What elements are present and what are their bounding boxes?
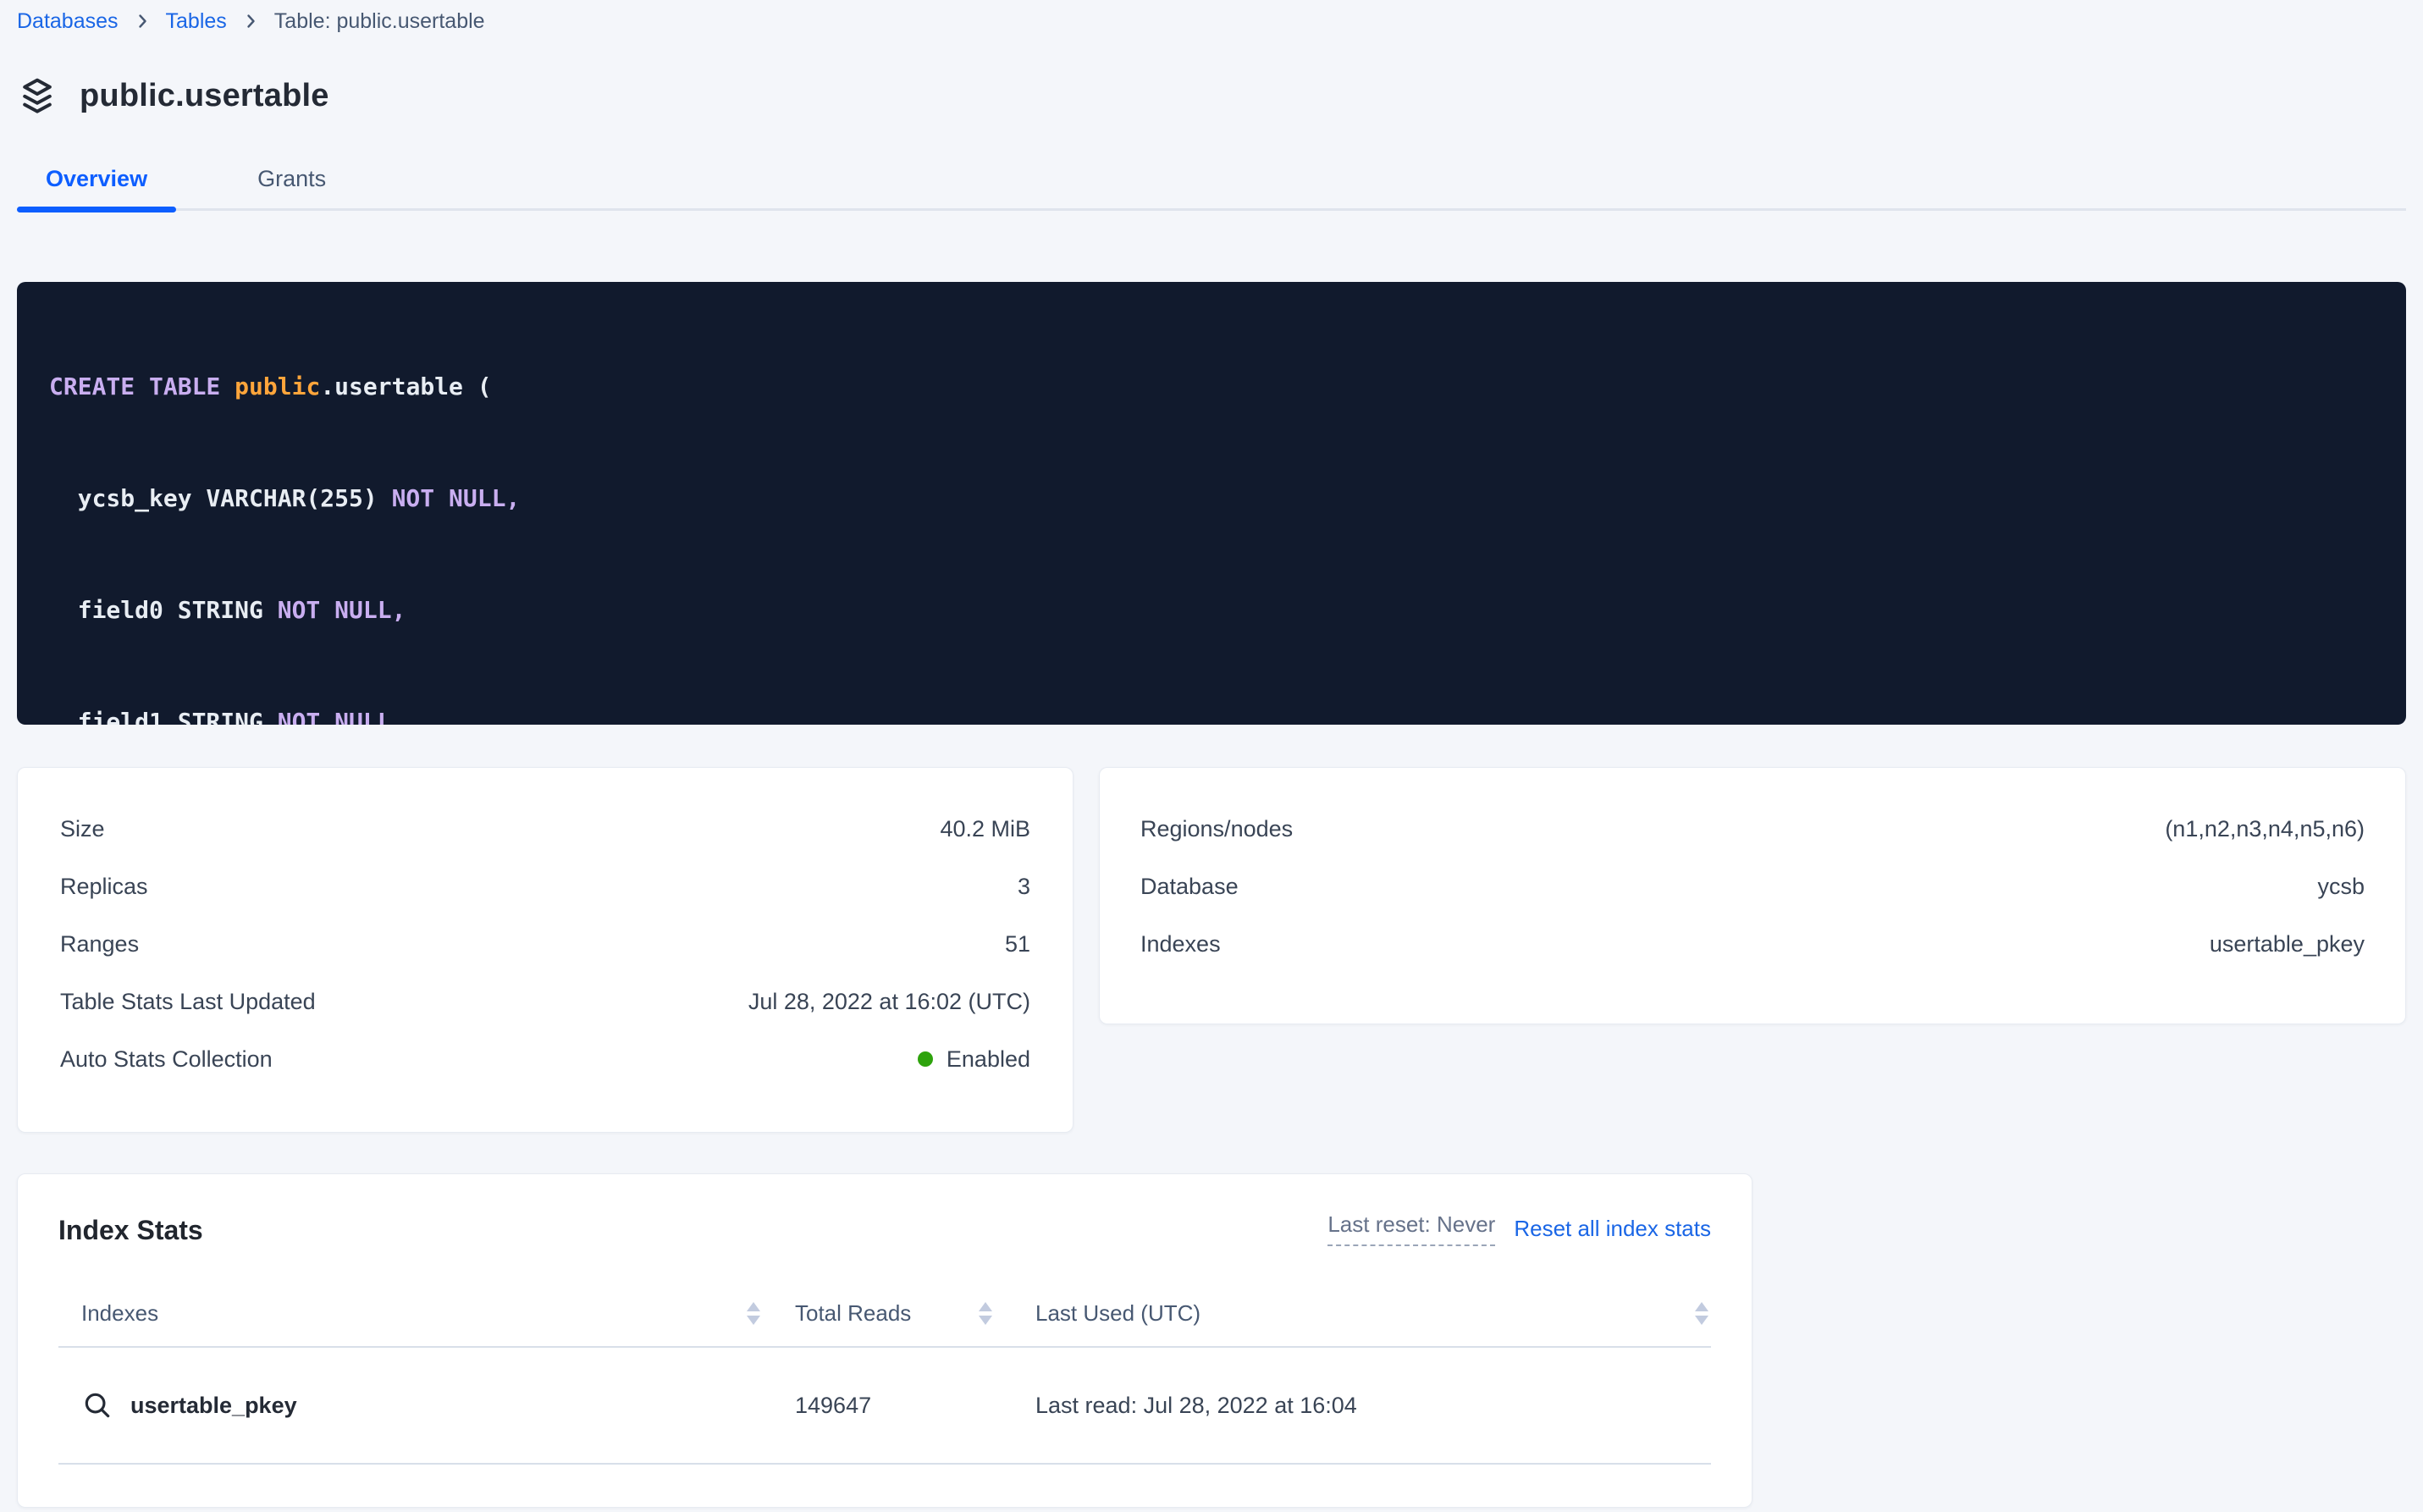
chevron-right-icon (132, 11, 152, 31)
stat-value: (n1,n2,n3,n4,n5,n6) (2165, 816, 2365, 842)
summary-cards: Size 40.2 MiB Replicas 3 Ranges 51 Table… (17, 767, 2406, 1133)
create-table-sql-block: CREATE TABLE public.usertable ( ycsb_key… (17, 282, 2406, 725)
column-label: Total Reads (795, 1300, 911, 1327)
stat-label: Size (60, 816, 105, 842)
index-name-cell[interactable]: usertable_pkey (58, 1389, 773, 1421)
sql-line: field1 STRING NOT NULL, (49, 704, 2381, 725)
index-name[interactable]: usertable_pkey (130, 1393, 297, 1419)
stat-label: Auto Stats Collection (60, 1046, 273, 1073)
stat-label: Database (1140, 874, 1239, 900)
breadcrumb-tables[interactable]: Tables (166, 8, 227, 34)
search-icon (81, 1389, 113, 1421)
column-label: Indexes (81, 1300, 158, 1327)
stat-label: Table Stats Last Updated (60, 989, 316, 1015)
breadcrumb: Databases Tables Table: public.usertable (17, 8, 2406, 34)
stat-label: Regions/nodes (1140, 816, 1293, 842)
last-used-cell: Last read: Jul 28, 2022 at 16:04 (1002, 1393, 1711, 1419)
table-location-card: Regions/nodes (n1,n2,n3,n4,n5,n6) Databa… (1099, 767, 2406, 1024)
stat-value: 40.2 MiB (940, 816, 1030, 842)
stat-value: Enabled (918, 1046, 1030, 1073)
sort-icon[interactable] (746, 1302, 761, 1325)
stat-value: 3 (1018, 874, 1030, 900)
page-title: public.usertable (80, 78, 329, 114)
stat-row-auto-stats: Auto Stats Collection Enabled (60, 1030, 1030, 1088)
chevron-right-icon (240, 11, 261, 31)
stat-row-indexes: Indexes usertable_pkey (1140, 915, 2365, 973)
sort-icon[interactable] (1694, 1302, 1709, 1325)
breadcrumb-databases[interactable]: Databases (17, 8, 119, 34)
table-details-card: Size 40.2 MiB Replicas 3 Ranges 51 Table… (17, 767, 1074, 1133)
stat-value: 51 (1005, 931, 1030, 957)
table-detail-page: Databases Tables Table: public.usertable… (0, 0, 2423, 1508)
column-label: Last Used (UTC) (1035, 1300, 1200, 1327)
status-dot-green (918, 1051, 933, 1067)
stat-row-ranges: Ranges 51 (60, 915, 1030, 973)
reset-index-stats-link[interactable]: Reset all index stats (1514, 1216, 1711, 1242)
index-stats-header: Index Stats Last reset: Never Reset all … (58, 1211, 1711, 1246)
stat-row-database: Database ycsb (1140, 858, 2365, 915)
column-header-indexes[interactable]: Indexes (58, 1300, 773, 1327)
index-stats-actions: Last reset: Never Reset all index stats (1327, 1211, 1711, 1246)
sql-line: ycsb_key VARCHAR(255) NOT NULL, (49, 480, 2381, 517)
stat-label: Ranges (60, 931, 139, 957)
tab-grants[interactable]: Grants (229, 164, 355, 208)
total-reads-cell: 149647 (773, 1393, 1002, 1419)
column-header-total-reads[interactable]: Total Reads (773, 1300, 1002, 1327)
stat-row-stats-updated: Table Stats Last Updated Jul 28, 2022 at… (60, 973, 1030, 1030)
index-stats-table-header: Indexes Total Reads Last Used (UTC) (58, 1280, 1711, 1348)
index-stats-card: Index Stats Last reset: Never Reset all … (17, 1173, 1752, 1508)
stat-value: ycsb (2317, 874, 2365, 900)
index-stats-table: Indexes Total Reads Last Used (UTC) (58, 1280, 1711, 1465)
stat-row-regions: Regions/nodes (n1,n2,n3,n4,n5,n6) (1140, 800, 2365, 858)
stat-label: Indexes (1140, 931, 1221, 957)
status-text: Enabled (947, 1046, 1030, 1073)
stat-row-size: Size 40.2 MiB (60, 800, 1030, 858)
page-header: public.usertable (17, 74, 2406, 117)
sql-line: CREATE TABLE public.usertable ( (49, 368, 2381, 406)
sql-line: field0 STRING NOT NULL, (49, 592, 2381, 629)
breadcrumb-current: Table: public.usertable (274, 8, 485, 34)
stat-value: Jul 28, 2022 at 16:02 (UTC) (748, 989, 1030, 1015)
tab-bar: Overview Grants (17, 164, 2406, 211)
index-stats-title: Index Stats (58, 1215, 203, 1246)
stat-label: Replicas (60, 874, 148, 900)
column-header-last-used[interactable]: Last Used (UTC) (1002, 1300, 1711, 1327)
tab-overview[interactable]: Overview (17, 164, 176, 208)
stat-value: usertable_pkey (2210, 931, 2365, 957)
last-reset-label: Last reset: Never (1327, 1211, 1495, 1246)
sort-icon[interactable] (978, 1302, 993, 1325)
index-stats-row-usertable-pkey[interactable]: usertable_pkey 149647 Last read: Jul 28,… (58, 1348, 1711, 1465)
table-layers-icon (17, 75, 58, 116)
stat-row-replicas: Replicas 3 (60, 858, 1030, 915)
